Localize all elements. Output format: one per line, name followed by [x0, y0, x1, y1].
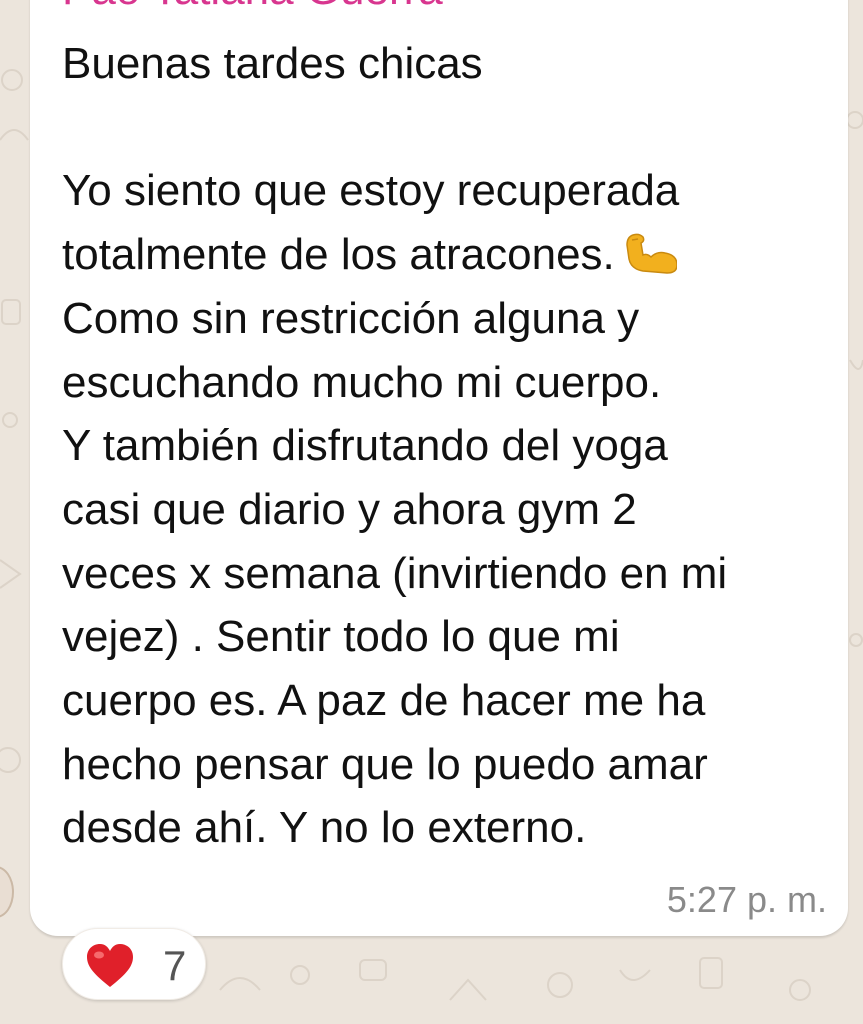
message-line: Yo siento que estoy recuperada: [62, 166, 680, 216]
reaction-count: 7: [163, 942, 187, 989]
message-timestamp: 5:27 p. m.: [666, 879, 827, 920]
message-line: hecho pensar que lo puedo amar: [62, 739, 708, 789]
message-line: cuerpo es. A paz de hacer me ha: [62, 676, 706, 726]
message-line: Y también disfrutando del yoga: [62, 421, 668, 471]
message-line: escuchando mucho mi cuerpo.: [62, 357, 662, 407]
message-line: desde ahí. Y no lo externo.: [62, 803, 587, 853]
message-line: Buenas tardes chicas: [62, 39, 483, 88]
sender-name[interactable]: Pao Tatiana Guerra: [62, 0, 443, 14]
message-line: vejez) . Sentir todo lo que mi: [62, 612, 620, 662]
message-line: Como sin restricción alguna y: [62, 293, 640, 343]
message-line: totalmente de los atracones.: [62, 230, 615, 280]
message-line: casi que diario y ahora gym 2: [62, 484, 637, 534]
red-heart-icon: [85, 943, 135, 989]
message-line: veces x semana (invirtiendo en mi: [62, 548, 728, 598]
reaction-badge[interactable]: 7: [62, 928, 206, 1000]
message-text: Buenas tardes chicas Yo siento que estoy…: [62, 32, 832, 860]
flexed-biceps-icon: [619, 229, 678, 274]
